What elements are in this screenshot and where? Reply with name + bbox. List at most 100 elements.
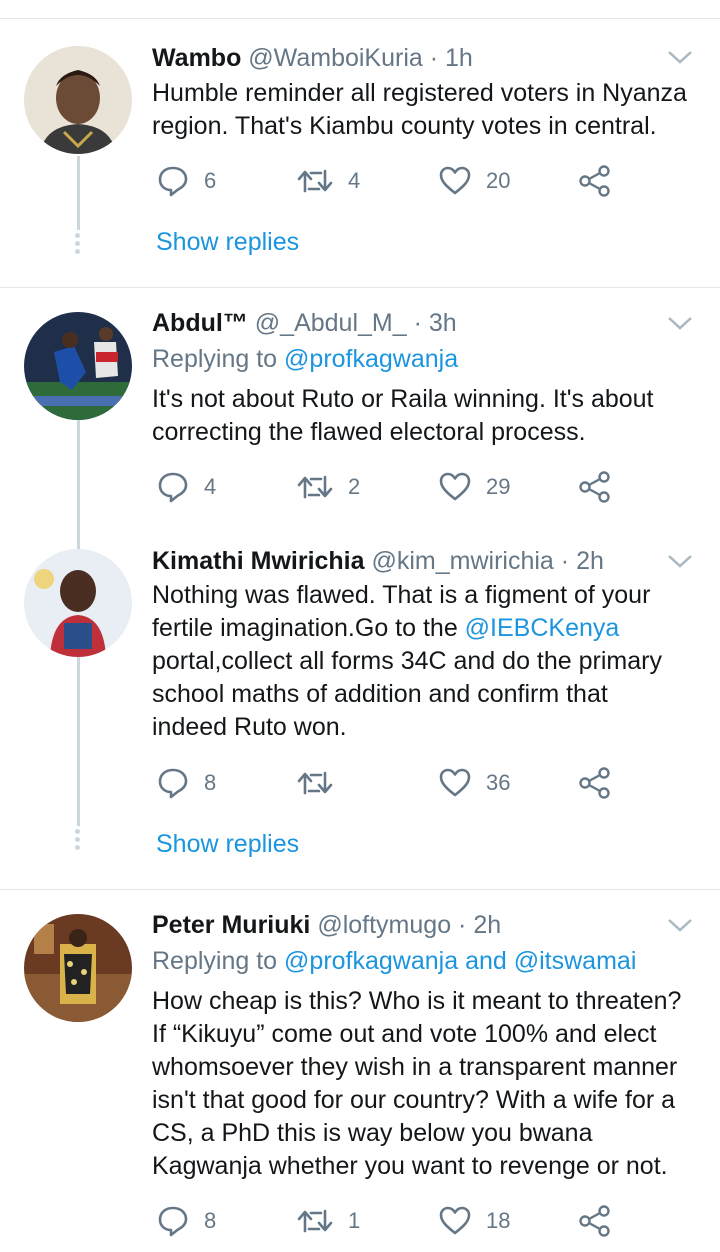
reply-count: 8 <box>204 770 217 795</box>
chevron-down-icon[interactable] <box>666 314 694 332</box>
share-icon <box>578 766 612 800</box>
retweet-button[interactable]: 4 <box>296 164 360 198</box>
like-count: 18 <box>486 1208 511 1233</box>
text-line: fertile imagination.Go to the @IEBCKenya <box>152 612 692 645</box>
avatar[interactable] <box>24 914 132 1022</box>
retweet-button[interactable]: 2 <box>296 470 360 504</box>
timestamp[interactable]: 2h <box>473 911 501 939</box>
like-icon <box>438 1204 472 1238</box>
mention-link[interactable]: @itswamai <box>514 947 637 975</box>
reply-button[interactable]: 8 <box>156 766 216 800</box>
thread-line <box>77 156 80 230</box>
retweet-icon <box>296 766 334 800</box>
mention-link[interactable]: @profkagwanja <box>284 345 458 373</box>
retweet-count: 2 <box>348 474 361 499</box>
reply-count: 6 <box>204 168 217 193</box>
retweet-icon <box>296 470 334 504</box>
like-button[interactable]: 29 <box>438 470 510 504</box>
tweet-text: How cheap is this? Who is it meant to th… <box>152 985 692 1183</box>
text-line: indeed Ruto won. <box>152 713 347 741</box>
text-line: correcting the flawed electoral process. <box>152 418 586 446</box>
thread-dots <box>75 233 81 257</box>
avatar[interactable] <box>24 549 132 657</box>
text-line: region. That's Kiambu county votes in ce… <box>152 112 657 140</box>
replying-to: Replying to @profkagwanja <box>152 344 458 374</box>
like-icon <box>438 470 472 504</box>
display-name[interactable]: Wambo <box>152 44 241 72</box>
share-button[interactable] <box>578 470 612 504</box>
user-handle[interactable]: @WamboiKuria <box>248 44 423 72</box>
retweet-icon <box>296 164 334 198</box>
replying-to-label: Replying to <box>152 947 278 975</box>
retweet-count: 1 <box>348 1208 361 1233</box>
text-line: How cheap is this? Who is it meant to th… <box>152 987 682 1015</box>
text-line: school maths of addition and confirm tha… <box>152 680 608 708</box>
like-icon <box>438 164 472 198</box>
text-line: If “Kikuyu” come out and vote 100% and e… <box>152 1020 657 1048</box>
text-line: It's not about Ruto or Raila winning. It… <box>152 385 654 413</box>
reply-icon <box>156 766 190 800</box>
user-handle[interactable]: @kim_mwirichia <box>372 547 554 575</box>
replying-to-label: Replying to <box>152 345 278 373</box>
avatar[interactable] <box>24 312 132 420</box>
text-line: Humble reminder all registered voters in… <box>152 79 687 107</box>
retweet-count: 4 <box>348 168 361 193</box>
like-button[interactable]: 18 <box>438 1204 510 1238</box>
text-line: portal,collect all forms 34C and do the … <box>152 647 662 675</box>
reply-icon <box>156 1204 190 1238</box>
like-button[interactable]: 20 <box>438 164 510 198</box>
separator: · <box>458 911 467 939</box>
tweet-text: Nothing was flawed. That is a figment of… <box>152 579 692 744</box>
retweet-button[interactable]: 1 <box>296 1204 360 1238</box>
mention-link[interactable]: @profkagwanja <box>284 947 458 975</box>
timestamp[interactable]: 1h <box>445 44 473 72</box>
reply-icon <box>156 164 190 198</box>
chevron-down-icon[interactable] <box>666 916 694 934</box>
like-count: 36 <box>486 770 511 795</box>
like-button[interactable]: 36 <box>438 766 510 800</box>
display-name[interactable]: Abdul™ <box>152 309 248 337</box>
tweet-header: Peter Muriuki @loftymugo · 2h <box>152 910 501 940</box>
separator: · <box>560 547 570 575</box>
tweet-header: Abdul™ @_Abdul_M_ · 3h <box>152 308 457 338</box>
tweet-header: Kimathi Mwirichia @kim_mwirichia · 2h <box>152 546 604 576</box>
like-count: 20 <box>486 168 511 193</box>
text-line: isn't that good for our country? With a … <box>152 1086 676 1114</box>
share-icon <box>578 1204 612 1238</box>
divider <box>0 889 720 890</box>
divider <box>0 287 720 288</box>
show-replies-link[interactable]: Show replies <box>156 830 299 859</box>
display-name[interactable]: Peter Muriuki <box>152 911 310 939</box>
reply-button[interactable]: 6 <box>156 164 216 198</box>
like-icon <box>438 766 472 800</box>
user-handle[interactable]: @loftymugo <box>317 911 451 939</box>
chevron-down-icon[interactable] <box>666 552 694 570</box>
replying-to: Replying to @profkagwanja and @itswamai <box>152 946 636 976</box>
share-button[interactable] <box>578 1204 612 1238</box>
tweet-header: Wambo @WamboiKuria · 1h <box>152 43 473 73</box>
text-line: Kagwanja whether you want to revenge or … <box>152 1152 668 1180</box>
separator: · <box>413 309 422 337</box>
share-icon <box>578 164 612 198</box>
text-line: CS, a PhD this is way below you bwana <box>152 1119 593 1147</box>
chevron-down-icon[interactable] <box>666 48 694 66</box>
thread-dots <box>75 829 81 853</box>
tweet-text: Humble reminder all registered voters in… <box>152 77 692 143</box>
tweet-text: It's not about Ruto or Raila winning. It… <box>152 383 692 449</box>
timestamp[interactable]: 2h <box>576 547 604 575</box>
reply-icon <box>156 470 190 504</box>
share-icon <box>578 470 612 504</box>
user-handle[interactable]: @_Abdul_M_ <box>255 309 407 337</box>
display-name[interactable]: Kimathi Mwirichia <box>152 547 365 575</box>
mention-link[interactable]: @IEBCKenya <box>465 614 620 642</box>
share-button[interactable] <box>578 164 612 198</box>
reply-button[interactable]: 4 <box>156 470 216 504</box>
text-line: Nothing was flawed. That is a figment of… <box>152 581 651 609</box>
show-replies-link[interactable]: Show replies <box>156 228 299 257</box>
mention-conjunction: and <box>465 947 507 975</box>
reply-button[interactable]: 8 <box>156 1204 216 1238</box>
share-button[interactable] <box>578 766 612 800</box>
avatar[interactable] <box>24 46 132 154</box>
timestamp[interactable]: 3h <box>429 309 457 337</box>
retweet-button[interactable] <box>296 766 348 800</box>
